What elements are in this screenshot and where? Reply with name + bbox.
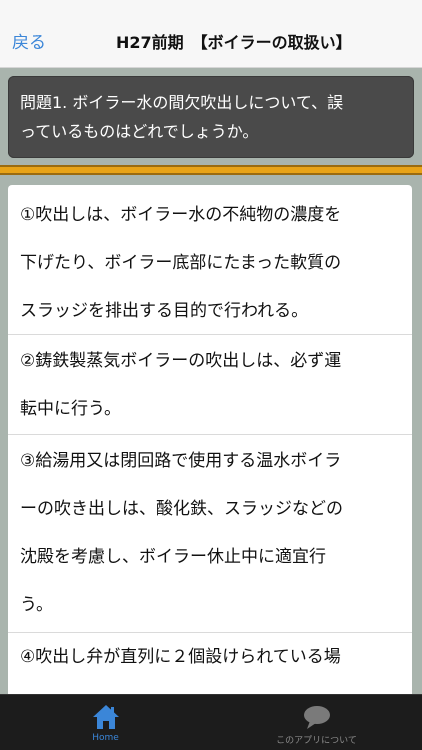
options-list: ①吹出しは、ボイラー水の不純物の濃度を 下げたり、ボイラー底部にたまった軟質の … xyxy=(8,185,412,694)
option-text-line: 沈殿を考慮し、ボイラー休止中に適宜行 xyxy=(20,547,326,567)
option-3[interactable]: ③給湯用又は閉回路で使用する温水ボイラ ーの吹き出しは、酸化鉄、スラッジなどの … xyxy=(8,435,412,633)
back-button[interactable]: 戻る xyxy=(12,28,46,53)
house-icon xyxy=(92,705,119,729)
option-1[interactable]: ①吹出しは、ボイラー水の不純物の濃度を 下げたり、ボイラー底部にたまった軟質の … xyxy=(8,185,412,335)
tab-about-label: このアプリについて xyxy=(276,736,357,746)
option-text-line: ②鋳鉄製蒸気ボイラーの吹出しは、必ず運 xyxy=(20,351,342,371)
question-line: 問題1. ボイラー水の間欠吹出しについて、誤 xyxy=(20,93,344,112)
option-text-line: う。 xyxy=(20,595,53,615)
tab-home[interactable]: Home xyxy=(0,695,211,750)
option-4[interactable]: ④吹出し弁が直列に２個設けられている場 xyxy=(8,633,412,689)
question-area: 問題1. ボイラー水の間欠吹出しについて、誤 っているものはどれでしょうか。 xyxy=(0,68,422,168)
page-title: H27前期 【ボイラーの取扱い】 xyxy=(116,33,352,52)
navigation-bar: 戻る H27前期 【ボイラーの取扱い】 xyxy=(0,0,422,68)
divider-bar xyxy=(0,165,422,175)
option-text-line: ④吹出し弁が直列に２個設けられている場 xyxy=(20,647,341,667)
tab-about[interactable]: このアプリについて xyxy=(211,695,422,750)
tab-home-label: Home xyxy=(92,733,119,743)
option-text-line: ーの吹き出しは、酸化鉄、スラッジなどの xyxy=(20,499,343,519)
speech-bubble-icon xyxy=(303,706,330,729)
option-2[interactable]: ②鋳鉄製蒸気ボイラーの吹出しは、必ず運 転中に行う。 xyxy=(8,335,412,435)
option-text-line: 下げたり、ボイラー底部にたまった軟質の xyxy=(20,253,342,273)
tab-bar: Home このアプリについて xyxy=(0,694,422,750)
question-line: っているものはどれでしょうか。 xyxy=(20,122,259,141)
question-box: 問題1. ボイラー水の間欠吹出しについて、誤 っているものはどれでしょうか。 xyxy=(8,76,414,158)
option-text-line: ①吹出しは、ボイラー水の不純物の濃度を xyxy=(20,205,342,225)
option-text-line: スラッジを排出する目的で行われる。 xyxy=(20,301,309,321)
option-text-line: 転中に行う。 xyxy=(20,399,121,419)
option-text-line: ③給湯用又は閉回路で使用する温水ボイラ xyxy=(20,451,342,471)
options-scroll-area[interactable]: ①吹出しは、ボイラー水の不純物の濃度を 下げたり、ボイラー底部にたまった軟質の … xyxy=(0,175,422,694)
